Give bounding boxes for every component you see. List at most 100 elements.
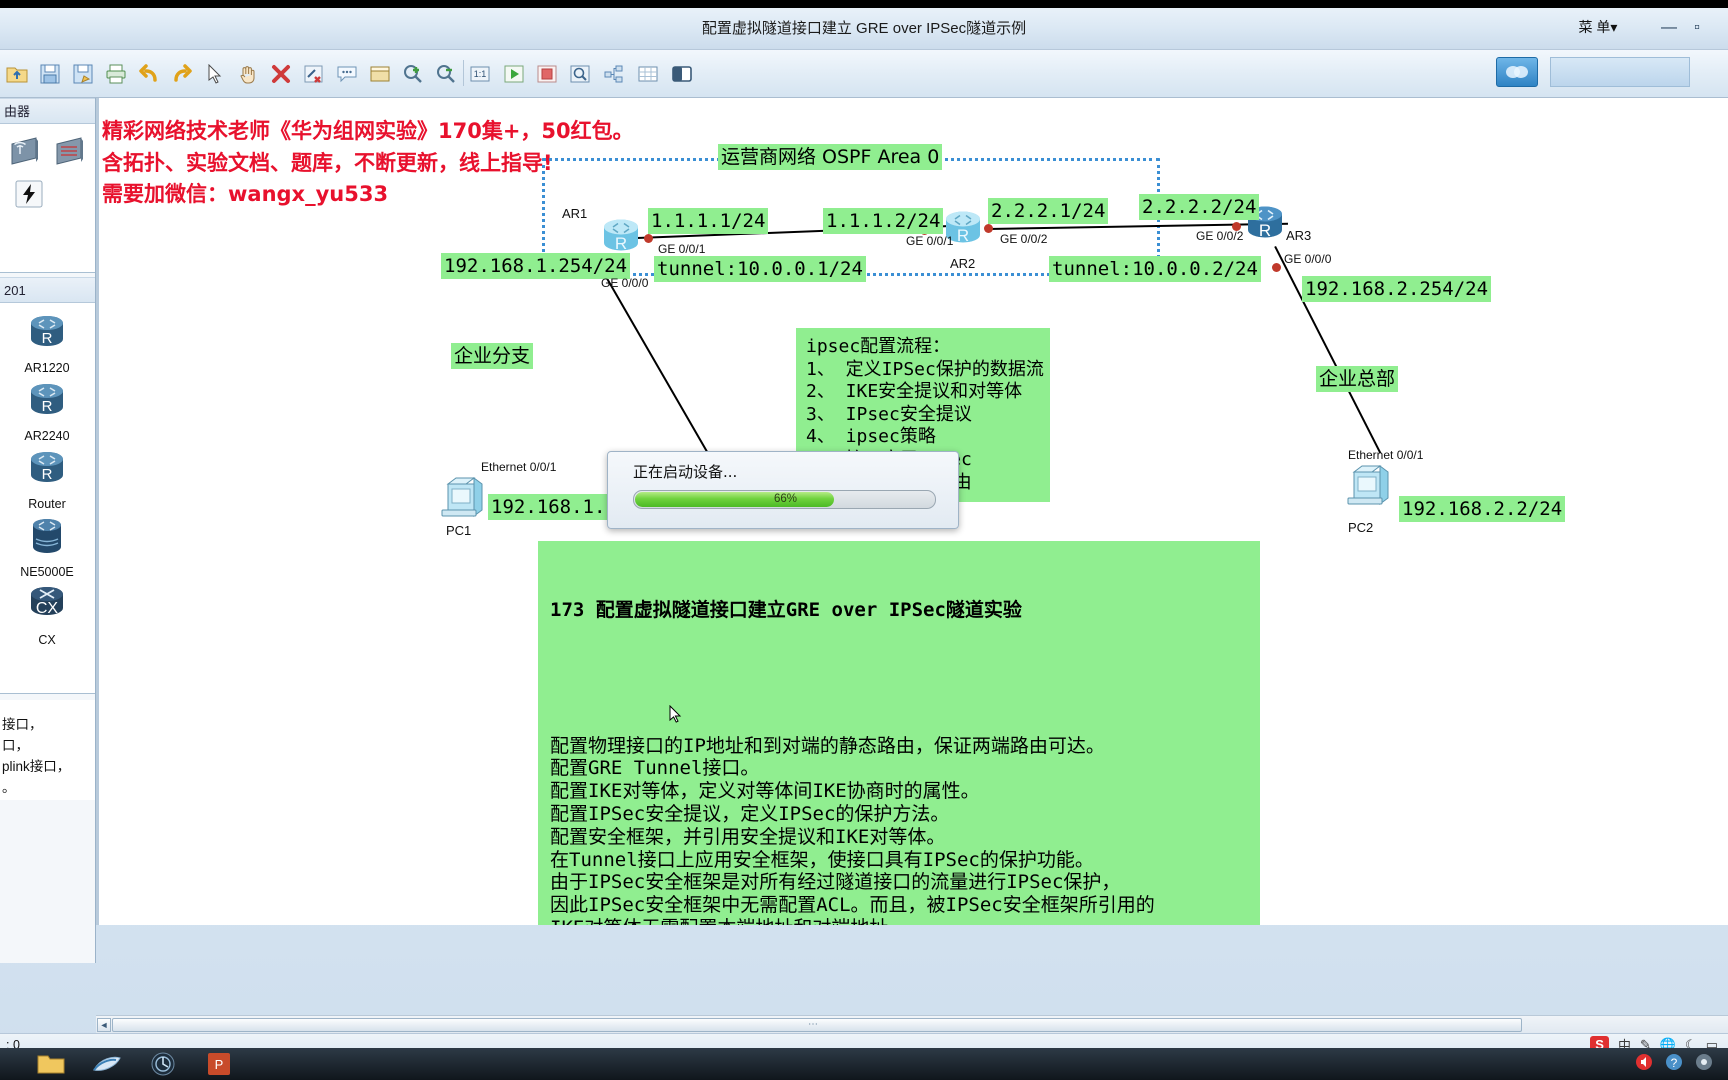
router-ar2-name: AR2 [950,256,976,271]
sidebar-device-label: CX [38,633,56,647]
canvas-left-border [96,98,99,925]
ip-label-192-168-2-254: 192.168.2.254/24 [1302,276,1492,302]
hscroll-left-arrow[interactable]: ◄ [97,1018,111,1032]
title-bar: 配置虚拟隧道接口建立 GRE over IPSec隧道示例 菜 单▾ — ▫ [0,8,1728,50]
port-label-eth001-pc2: Ethernet 0/0/1 [1348,448,1424,462]
ip-label-2-2-2-2: 2.2.2.2/24 [1139,194,1260,220]
undo-icon[interactable] [135,60,163,88]
sidebar-device-label: Router [28,497,66,511]
maximize-button[interactable]: ▫ [1684,18,1710,40]
capture-icon[interactable] [566,60,594,88]
taskbar-tray: ? [1634,1052,1714,1077]
sidebar-section-router-header: 由器 [0,98,95,124]
dialog-title: 正在启动设备... [633,463,738,481]
svg-text:R: R [42,466,53,483]
sidebar-description-line: 。 [2,780,16,795]
pc2-name: PC2 [1348,520,1374,535]
svg-text:R: R [1259,221,1271,240]
cloud-icon[interactable] [668,60,696,88]
lab-description-box: 173 配置虚拟隧道接口建立GRE over IPSec隧道实验 配置物理接口的… [538,541,1260,925]
save-icon[interactable] [36,60,64,88]
lan-switch-device[interactable] [53,134,87,171]
wireless-ap-device[interactable] [8,134,42,171]
sidebar-section-description: 接口， 口， plink接口， 。 [0,700,95,800]
menu-button[interactable]: 菜 单▾ [1568,14,1628,40]
mouse-cursor-icon [669,704,683,728]
pc2-device[interactable] [1344,458,1396,510]
start-all-icon[interactable] [500,60,528,88]
redo-icon[interactable] [168,60,196,88]
svg-text:P: P [215,1057,224,1072]
canvas-hscrollbar[interactable]: ◄ ⋯ [96,1015,1728,1033]
text-box-icon[interactable] [366,60,394,88]
menu-label: 菜 单 [1578,19,1611,35]
topology-tree-icon[interactable] [600,60,628,88]
sidebar-device-label: NE5000E [20,565,74,579]
note-icon[interactable] [333,60,361,88]
promo-line-2: 含拓扑、实验文档、题库，不断更新，线上指导! [102,151,553,175]
branch-label: 企业分支 [451,343,534,369]
stop-all-icon[interactable] [533,60,561,88]
progress-bar: 66% [633,490,936,509]
delete-icon[interactable] [267,60,295,88]
delete-link-icon[interactable] [300,60,328,88]
svg-text:R: R [42,398,53,415]
sidebar-device-router[interactable]: R Router [4,445,90,513]
sidebar-device-ar2240[interactable]: R AR2240 [4,377,90,445]
port-label-ge002-ar2: GE 0/0/2 [1000,232,1048,246]
tunnel-label-left: tunnel:10.0.0.1/24 [654,256,866,282]
sidebar-description: 接口， 口， plink接口， 。 [0,700,95,800]
taskbar-question-icon[interactable]: ? [1664,1052,1684,1077]
sidebar-section-router: 由器 [0,98,95,273]
power-device[interactable] [14,179,44,214]
lab-description-title: 173 配置虚拟隧道接口建立GRE over IPSec隧道实验 [550,598,1022,621]
hq-label: 企业总部 [1316,366,1399,392]
port-dot [644,234,653,243]
pan-hand-icon[interactable] [234,60,262,88]
save-as-icon[interactable] [69,60,97,88]
sidebar-device-ne5000e[interactable]: NE5000E [4,513,90,581]
chevron-down-icon: ▾ [1610,19,1618,35]
zoom-out-icon[interactable] [432,60,460,88]
taskbar-folder-icon[interactable] [24,1050,78,1078]
sidebar-description-line: 口， [2,738,29,753]
sidebar-device-ar1220[interactable]: R AR1220 [4,309,90,377]
select-pointer-icon[interactable] [201,60,229,88]
grid-icon[interactable] [634,60,662,88]
router-ar1-name: AR1 [562,206,588,221]
svg-text:R: R [615,234,627,253]
promo-line-3: 需要加微信：wangx_yu533 [102,182,389,206]
svg-text:CX: CX [36,600,59,617]
ospf-area-label: 运营商网络 OSPF Area 0 [718,144,943,170]
print-icon[interactable] [102,60,130,88]
pc1-device[interactable] [438,470,490,522]
port-label-ge000-ar3: GE 0/0/0 [1284,252,1332,266]
taskbar-enterprise-icon[interactable] [80,1050,134,1078]
remote-badge-icon[interactable] [1496,57,1538,87]
taskbar-speaker-icon[interactable] [1634,1052,1654,1077]
sidebar-device-cx[interactable]: CX CX [4,581,90,649]
port-label-ge000-ar1: GE 0/0/0 [601,276,649,290]
port-label-ge002-ar3: GE 0/0/2 [1196,229,1244,243]
promo-line-1: 精彩网络技术老师《华为组网实验》170集+，50红包。 [102,119,634,143]
progress-bar-text: 66% [773,493,798,505]
svg-text:?: ? [1671,1056,1678,1070]
port-label-ge001-ar2: GE 0/0/1 [906,234,954,248]
device-sidebar: 由器 201 R AR1220 R AR2240 R Router NE5000… [0,98,96,963]
window-title: 配置虚拟隧道接口建立 GRE over IPSec隧道示例 [701,20,1027,37]
tunnel-label-right: tunnel:10.0.0.2/24 [1049,256,1261,282]
taskbar-settings-icon[interactable] [1694,1052,1714,1077]
open-icon[interactable] [3,60,31,88]
taskbar-ensp-icon[interactable] [136,1050,190,1078]
zoom-reset-icon[interactable]: 1:1 [466,60,494,88]
emulator-window: 配置虚拟隧道接口建立 GRE over IPSec隧道示例 菜 单▾ — ▫ 1… [0,8,1728,1056]
svg-text:R: R [42,330,53,347]
ip-label-2-2-2-1: 2.2.2.1/24 [988,198,1109,224]
zoom-in-icon[interactable] [399,60,427,88]
svg-text:1:1: 1:1 [474,69,487,79]
lab-description-spacer [550,667,1250,689]
taskbar-powerpoint-icon[interactable]: P [192,1050,246,1078]
minimize-button[interactable]: — [1656,18,1682,40]
port-label-ge001-ar1: GE 0/0/1 [658,242,706,256]
sidebar-description-line: plink接口， [2,759,71,774]
